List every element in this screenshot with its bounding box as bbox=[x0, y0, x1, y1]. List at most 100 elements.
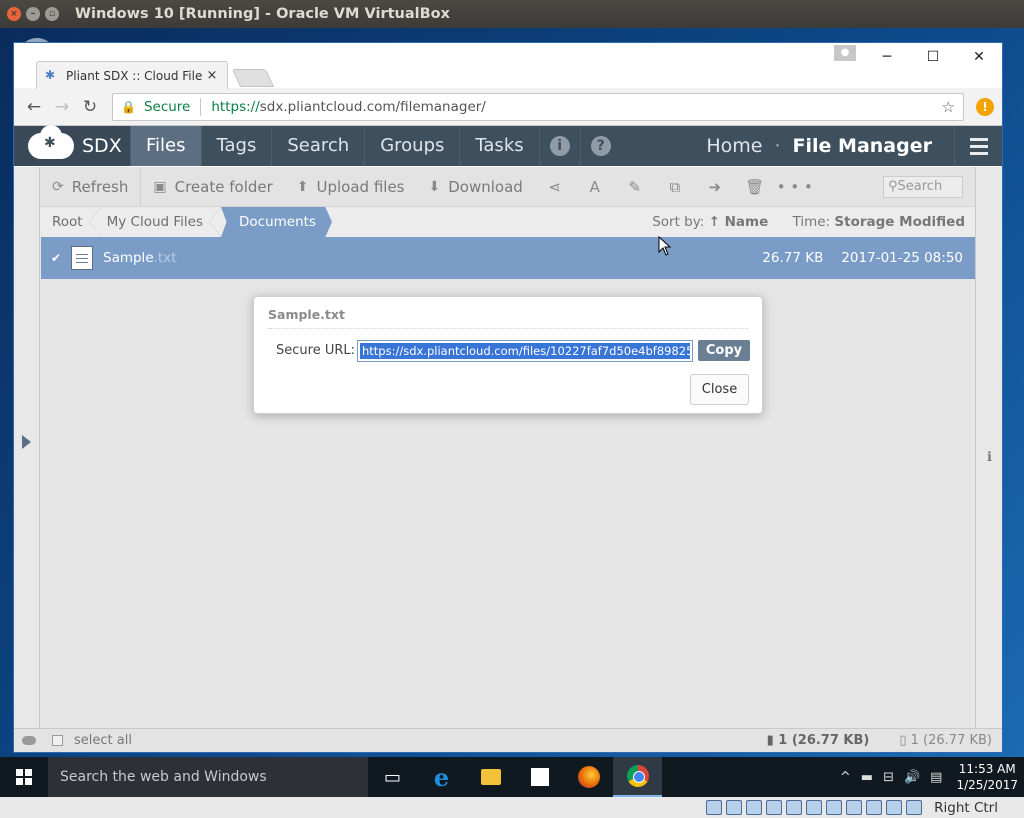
optical-drive-icon[interactable] bbox=[726, 800, 743, 815]
browser-tab[interactable]: ✱ Pliant SDX :: Cloud File M × bbox=[36, 61, 228, 89]
path-breadcrumb: Root My Cloud Files Documents Sort by: ↑… bbox=[40, 207, 975, 237]
windows-logo-icon bbox=[16, 769, 32, 785]
store-icon[interactable] bbox=[515, 757, 564, 797]
address-bar[interactable]: 🔒 Secure https:// sdx.pliantcloud.com/fi… bbox=[112, 92, 964, 121]
select-all-checkbox[interactable] bbox=[52, 735, 63, 746]
host-key-label: Right Ctrl bbox=[934, 799, 998, 816]
hamburger-menu-icon[interactable] bbox=[954, 126, 1002, 166]
vbox-minimize-button[interactable]: – bbox=[26, 7, 40, 21]
delete-trash-icon[interactable]: 🗑 bbox=[735, 178, 775, 196]
network-icon[interactable]: ⊟ bbox=[883, 770, 894, 785]
crumb-home[interactable]: Home bbox=[706, 135, 762, 157]
file-explorer-icon[interactable] bbox=[466, 757, 515, 797]
volume-icon[interactable]: 🔊 bbox=[904, 770, 920, 785]
usb-icon[interactable] bbox=[786, 800, 803, 815]
sdx-logo[interactable]: ✱ SDX bbox=[14, 125, 130, 166]
share-icon[interactable]: ⋖ bbox=[535, 178, 575, 196]
expand-arrow-icon bbox=[22, 435, 31, 449]
left-panel-toggle[interactable] bbox=[14, 167, 40, 728]
time-mode-toggle[interactable]: Storage Modified bbox=[834, 214, 965, 230]
tab-close-icon[interactable]: × bbox=[205, 68, 219, 83]
url-protocol: https:// bbox=[211, 98, 260, 115]
select-all-label[interactable]: select all bbox=[74, 733, 132, 748]
info-icon: ℹ bbox=[987, 450, 992, 465]
window-minimize-button[interactable]: ─ bbox=[864, 43, 910, 71]
display-icon[interactable] bbox=[826, 800, 843, 815]
vbox-close-button[interactable]: × bbox=[7, 7, 21, 21]
file-name: Sample bbox=[103, 250, 154, 266]
nav-files[interactable]: Files bbox=[130, 126, 201, 166]
vbox-title: Windows 10 [Running] - Oracle VM Virtual… bbox=[75, 6, 450, 22]
path-documents[interactable]: Documents bbox=[221, 207, 332, 237]
refresh-button[interactable]: ⟳ Refresh bbox=[40, 167, 140, 207]
back-icon[interactable]: ← bbox=[22, 97, 46, 117]
reload-icon[interactable]: ↻ bbox=[78, 97, 102, 117]
task-view-icon[interactable]: ▭ bbox=[368, 757, 417, 797]
url-path: sdx.pliantcloud.com/filemanager/ bbox=[259, 98, 486, 115]
file-size: 26.77 KB bbox=[762, 250, 824, 266]
action-center-icon[interactable]: ▤ bbox=[930, 770, 942, 785]
edge-icon[interactable]: e bbox=[417, 757, 466, 797]
path-root[interactable]: Root bbox=[40, 207, 101, 237]
file-row[interactable]: ✔ Sample .txt 26.77 KB 2017-01-25 08:50 bbox=[41, 237, 975, 279]
upload-button[interactable]: ⬆ Upload files bbox=[285, 167, 417, 207]
vbox-maximize-button[interactable]: ▫ bbox=[45, 7, 59, 21]
download-icon: ⬇ bbox=[428, 178, 441, 195]
mouse-integration-icon[interactable] bbox=[886, 800, 903, 815]
omnibar: ← → ↻ 🔒 Secure https:// sdx.pliantcloud.… bbox=[14, 88, 1002, 126]
hard-disk-icon[interactable] bbox=[706, 800, 723, 815]
bookmark-star-icon[interactable]: ☆ bbox=[942, 98, 955, 116]
new-tab-button[interactable] bbox=[231, 69, 275, 87]
taskbar-search-box[interactable]: Search the web and Windows bbox=[48, 757, 368, 797]
file-manager-main: ℹ ⟳ Refresh ▣ Create folder ⬆ Upload files … bbox=[14, 167, 1002, 752]
forward-icon[interactable]: → bbox=[50, 97, 74, 117]
rename-icon[interactable]: A bbox=[575, 178, 615, 196]
video-capture-icon[interactable] bbox=[846, 800, 863, 815]
download-button[interactable]: ⬇ Download bbox=[417, 167, 535, 207]
dialog-title: Sample.txt bbox=[268, 307, 748, 329]
edit-pencil-icon[interactable]: ✎ bbox=[615, 178, 655, 196]
file-extension: .txt bbox=[153, 250, 177, 266]
keyboard-capture-icon[interactable] bbox=[906, 800, 923, 815]
vbox-statusbar: Right Ctrl bbox=[0, 797, 1024, 818]
help-button[interactable]: ? bbox=[579, 126, 621, 166]
secure-url-field[interactable]: https://sdx.pliantcloud.com/files/10227f… bbox=[357, 340, 693, 362]
info-button[interactable]: i bbox=[538, 126, 580, 166]
close-button[interactable]: Close bbox=[690, 374, 749, 405]
sort-by-toggle[interactable]: ↑ Name bbox=[709, 214, 769, 230]
profile-icon[interactable]: ● bbox=[834, 45, 856, 61]
copy-icon[interactable]: ⧉ bbox=[655, 178, 695, 196]
window-maximize-button[interactable]: ☐ bbox=[910, 43, 956, 71]
lock-icon: 🔒 bbox=[121, 99, 136, 114]
nav-search[interactable]: Search bbox=[271, 126, 364, 166]
file-search-input[interactable]: ⚲ Search bbox=[883, 175, 963, 198]
nav-groups[interactable]: Groups bbox=[364, 126, 459, 166]
tray-device-icon[interactable]: ▬ bbox=[861, 770, 873, 785]
path-my-cloud-files[interactable]: My Cloud Files bbox=[95, 207, 222, 237]
windows-taskbar: Search the web and Windows ▭ e ^ ▬ ⊟ 🔊 ▤… bbox=[0, 757, 1024, 797]
nav-tasks[interactable]: Tasks bbox=[459, 126, 538, 166]
create-folder-button[interactable]: ▣ Create folder bbox=[141, 167, 284, 207]
more-options-icon[interactable]: • • • bbox=[775, 178, 815, 196]
nav-tags[interactable]: Tags bbox=[200, 126, 272, 166]
chrome-icon[interactable] bbox=[613, 757, 662, 797]
start-button[interactable] bbox=[0, 757, 48, 797]
firefox-icon[interactable] bbox=[564, 757, 613, 797]
cloud-logo-icon: ✱ bbox=[28, 125, 74, 159]
shared-folders-icon[interactable] bbox=[806, 800, 823, 815]
extension-alert-icon[interactable]: ! bbox=[976, 97, 994, 116]
tray-chevron-icon[interactable]: ^ bbox=[840, 770, 851, 785]
window-close-button[interactable]: ✕ bbox=[956, 43, 1002, 71]
copy-button[interactable]: Copy bbox=[698, 340, 750, 361]
secure-url-label: Secure URL: bbox=[276, 343, 355, 358]
vbox-titlebar: × – ▫ Windows 10 [Running] - Oracle VM V… bbox=[0, 0, 1024, 28]
right-panel-toggle[interactable]: ℹ bbox=[975, 167, 1002, 728]
virtualization-icon[interactable] bbox=[866, 800, 883, 815]
audio-icon[interactable] bbox=[746, 800, 763, 815]
info-icon: i bbox=[549, 136, 570, 156]
secure-label: Secure bbox=[143, 98, 191, 115]
taskbar-clock[interactable]: 11:53 AM 1/25/2017 bbox=[956, 761, 1018, 793]
move-arrow-icon[interactable]: ➜ bbox=[695, 178, 735, 196]
checkmark-icon[interactable]: ✔ bbox=[41, 251, 71, 265]
network-adapter-icon[interactable] bbox=[766, 800, 783, 815]
